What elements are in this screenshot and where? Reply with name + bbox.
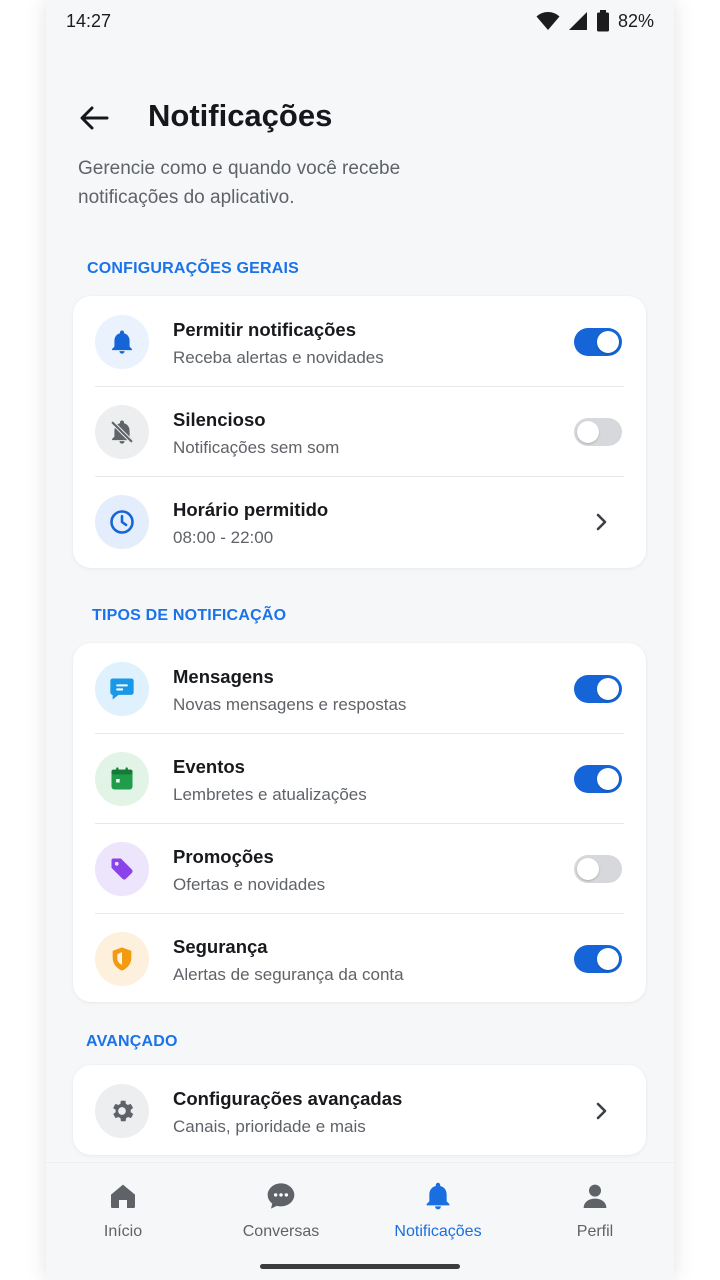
status-icons: 82%	[536, 10, 654, 32]
toggle-knob	[597, 678, 619, 700]
setting-description: Novas mensagens e respostas	[173, 695, 407, 714]
nav-item-notifications[interactable]: Notificações	[373, 1179, 503, 1241]
section-label-types: TIPOS DE NOTIFICAÇÃO	[92, 607, 287, 624]
setting-row-advanced-settings[interactable]: Configurações avançadas Canais, priorida…	[73, 1065, 646, 1155]
toggle-knob	[577, 858, 599, 880]
setting-title: Eventos	[173, 756, 245, 777]
battery-percentage: 82%	[617, 10, 654, 31]
setting-row-security[interactable]: Segurança Alertas de segurança da conta	[73, 913, 646, 1003]
setting-description: 08:00 - 22:00	[173, 528, 274, 547]
card-general-settings: Permitir notificações Receba alertas e n…	[73, 296, 646, 568]
setting-description: Notificações sem som	[173, 438, 340, 457]
toggle-events[interactable]	[574, 765, 622, 793]
bottom-navigation: Início Conversas Notificações Perfil	[46, 1162, 674, 1280]
toggle-promotions[interactable]	[574, 855, 622, 883]
arrow-left-icon	[80, 106, 109, 130]
status-bar: 14:27 82%	[46, 0, 674, 44]
setting-description: Alertas de segurança da conta	[173, 965, 404, 984]
section-label-general: CONFIGURAÇÕES GERAIS	[87, 260, 300, 277]
toggle-messages[interactable]	[574, 675, 622, 703]
setting-title: Segurança	[173, 936, 268, 957]
bell-icon	[373, 1179, 503, 1213]
cellular-signal-icon	[568, 12, 587, 30]
status-time: 14:27	[66, 11, 112, 31]
battery-icon	[596, 10, 609, 32]
setting-description: Ofertas e novidades	[173, 875, 326, 894]
setting-row-silent[interactable]: Silencioso Notificações sem som	[73, 386, 646, 476]
setting-title: Permitir notificações	[173, 319, 357, 340]
page-description: Gerencie como e quando você recebe notif…	[78, 158, 401, 208]
nav-label: Perfil	[576, 1223, 614, 1240]
setting-row-messages[interactable]: Mensagens Novas mensagens e respostas	[73, 643, 646, 733]
card-notification-types: Mensagens Novas mensagens e respostas Ev…	[73, 643, 646, 1002]
bell-off-icon	[95, 405, 149, 459]
setting-title: Promoções	[173, 846, 274, 867]
page-header: Notificações	[46, 90, 674, 144]
chevron-right-icon	[596, 1102, 607, 1120]
setting-description: Receba alertas e novidades	[173, 348, 384, 367]
wifi-icon	[536, 12, 560, 30]
home-icon	[58, 1179, 188, 1213]
nav-item-home[interactable]: Início	[58, 1179, 188, 1241]
home-indicator[interactable]	[260, 1264, 460, 1269]
toggle-knob	[597, 948, 619, 970]
shield-icon	[95, 932, 149, 986]
setting-title: Silencioso	[173, 409, 266, 430]
toggle-knob	[597, 331, 619, 353]
section-label-advanced: AVANÇADO	[86, 1033, 178, 1050]
bell-icon	[95, 315, 149, 369]
nav-label: Conversas	[242, 1223, 320, 1240]
gear-icon	[95, 1084, 149, 1138]
message-icon	[95, 662, 149, 716]
nav-item-conversations[interactable]: Conversas	[216, 1179, 346, 1241]
toggle-allow-notifications[interactable]	[574, 328, 622, 356]
person-icon	[530, 1179, 660, 1213]
toggle-silent[interactable]	[574, 418, 622, 446]
setting-row-allowed-hours[interactable]: Horário permitido 08:00 - 22:00	[73, 476, 646, 566]
setting-description: Canais, prioridade e mais	[173, 1117, 366, 1136]
nav-label: Início	[103, 1223, 143, 1240]
setting-row-events[interactable]: Eventos Lembretes e atualizações	[73, 733, 646, 823]
setting-title: Mensagens	[173, 666, 274, 687]
nav-label: Notificações	[394, 1223, 482, 1240]
back-button[interactable]	[74, 98, 114, 138]
setting-row-allow-notifications[interactable]: Permitir notificações Receba alertas e n…	[73, 296, 646, 386]
chevron-right-icon	[596, 513, 607, 531]
toggle-knob	[597, 768, 619, 790]
setting-title: Horário permitido	[173, 499, 329, 520]
setting-description: Lembretes e atualizações	[173, 785, 367, 804]
toggle-security[interactable]	[574, 945, 622, 973]
nav-item-profile[interactable]: Perfil	[530, 1179, 660, 1241]
clock-icon	[95, 495, 149, 549]
page-title: Notificações	[148, 98, 333, 133]
calendar-icon	[95, 752, 149, 806]
setting-title: Configurações avançadas	[173, 1088, 403, 1109]
tag-icon	[95, 842, 149, 896]
toggle-knob	[577, 421, 599, 443]
chat-icon	[216, 1179, 346, 1213]
phone-screen: 14:27 82% Notificações Gerencie como e q…	[46, 0, 674, 1280]
setting-row-promotions[interactable]: Promoções Ofertas e novidades	[73, 823, 646, 913]
card-advanced: Configurações avançadas Canais, priorida…	[73, 1065, 646, 1155]
